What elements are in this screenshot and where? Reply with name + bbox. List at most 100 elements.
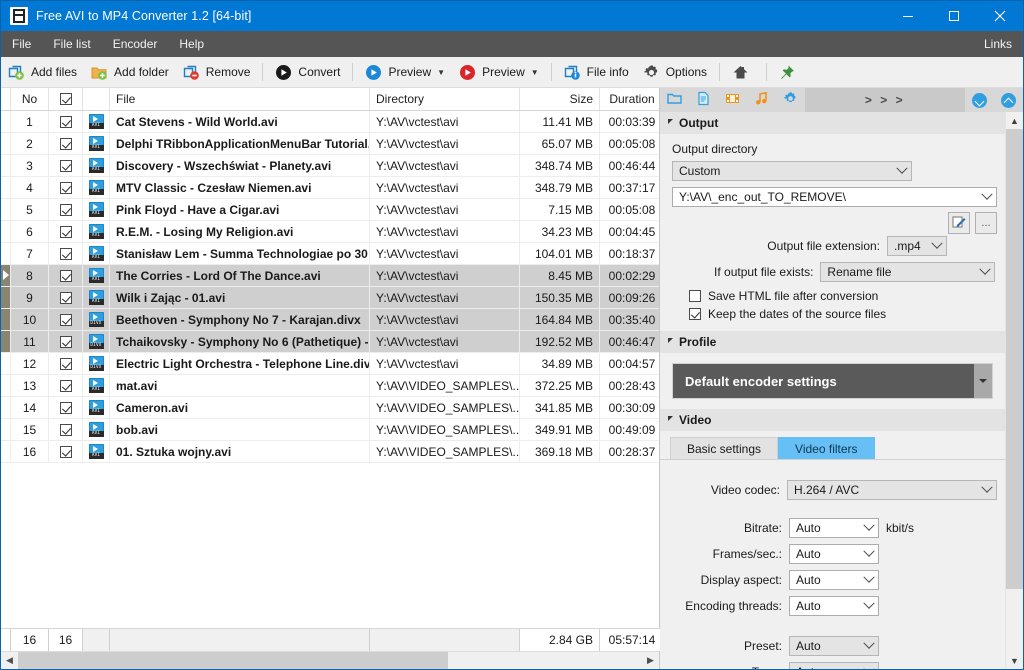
row-checkbox-cell[interactable] [49, 243, 83, 264]
scroll-down-button[interactable]: ▼ [1006, 652, 1023, 669]
row-checkbox[interactable] [59, 225, 72, 238]
add-folder-button[interactable]: Add folder [85, 60, 175, 84]
preview-output-button[interactable]: Preview ▼ [453, 60, 545, 84]
chevron-down-icon-2[interactable]: ▼ [531, 68, 539, 77]
header-file[interactable]: File [110, 88, 370, 110]
row-checkbox-cell[interactable] [49, 441, 83, 462]
table-row[interactable]: 2 AVI Delphi TRibbonApplicationMenuBar Tut… [1, 133, 659, 155]
row-checkbox[interactable] [59, 379, 72, 392]
row-checkbox[interactable] [59, 357, 72, 370]
row-checkbox-cell[interactable] [49, 111, 83, 132]
row-checkbox[interactable] [59, 291, 72, 304]
row-checkbox-cell[interactable] [49, 309, 83, 330]
maximize-button[interactable] [931, 1, 977, 31]
row-checkbox-cell[interactable] [49, 155, 83, 176]
file-info-button[interactable]: File info [558, 60, 635, 84]
row-checkbox-cell[interactable] [49, 375, 83, 396]
vscroll-thumb[interactable] [1006, 129, 1023, 589]
row-checkbox-cell[interactable] [49, 133, 83, 154]
row-checkbox[interactable] [59, 401, 72, 414]
hscroll-track[interactable] [18, 652, 642, 669]
file-list-horizontal-scrollbar[interactable]: ◀ ▶ [1, 651, 659, 669]
profile-dropdown-button[interactable] [974, 364, 992, 398]
row-checkbox[interactable] [59, 159, 72, 172]
tab-output-folder[interactable] [660, 88, 689, 112]
row-checkbox[interactable] [59, 269, 72, 282]
row-checkbox-cell[interactable] [49, 221, 83, 242]
row-checkbox-cell[interactable] [49, 287, 83, 308]
table-row[interactable]: 11 DIVX Tchaikovsky - Symphony No 6 (Pathe… [1, 331, 659, 353]
output-directory-mode-select[interactable]: Custom [672, 161, 912, 181]
header-no[interactable]: No [11, 88, 49, 110]
minimize-button[interactable] [885, 1, 931, 31]
menu-links[interactable]: Links [973, 31, 1023, 57]
menu-help[interactable]: Help [168, 31, 215, 57]
pin-button[interactable] [773, 60, 807, 84]
output-exists-select[interactable]: Rename file [820, 262, 995, 282]
file-list-body[interactable]: 1 AVI Cat Stevens - Wild World.avi Y:\AV\vc… [1, 111, 659, 628]
tab-video[interactable] [718, 88, 747, 112]
header-select-all-checkbox[interactable] [49, 88, 83, 110]
select-all-checkbox[interactable] [59, 93, 72, 105]
section-profile-header[interactable]: Profile [660, 331, 1005, 353]
table-row[interactable]: 12 DIVX Electric Light Orchestra - Telepho… [1, 353, 659, 375]
tab-settings[interactable] [776, 88, 805, 112]
row-checkbox[interactable] [59, 247, 72, 260]
tab-audio[interactable] [747, 88, 776, 112]
header-duration[interactable]: Duration [600, 88, 665, 110]
row-checkbox[interactable] [59, 313, 72, 326]
row-checkbox[interactable] [59, 423, 72, 436]
menu-file[interactable]: File [1, 31, 42, 57]
keep-dates-checkbox[interactable] [689, 308, 701, 320]
table-row[interactable]: 4 AVI MTV Classic - Czesław Niemen.avi Y:\A… [1, 177, 659, 199]
row-checkbox[interactable] [59, 445, 72, 458]
menu-file-list[interactable]: File list [42, 31, 101, 57]
table-row[interactable]: 9 AVI Wilk i Zając - 01.avi Y:\AV\vctest\av… [1, 287, 659, 309]
close-button[interactable] [977, 1, 1023, 31]
chevron-down-icon[interactable]: ▼ [437, 68, 445, 77]
row-checkbox-cell[interactable] [49, 419, 83, 440]
menu-encoder[interactable]: Encoder [102, 31, 169, 57]
collapse-all-button[interactable] [965, 88, 994, 112]
table-row[interactable]: 3 AVI Discovery - Wszechświat - Planety.av… [1, 155, 659, 177]
row-checkbox-cell[interactable] [49, 353, 83, 374]
table-row[interactable]: 1 AVI Cat Stevens - Wild World.avi Y:\AV\vc… [1, 111, 659, 133]
scroll-right-button[interactable]: ▶ [642, 652, 659, 669]
profile-select[interactable]: Default encoder settings [672, 363, 993, 399]
video-field-select[interactable]: Auto [789, 570, 879, 590]
video-field-select[interactable]: Auto [789, 636, 879, 656]
row-checkbox-cell[interactable] [49, 177, 83, 198]
save-html-checkbox[interactable] [689, 290, 701, 302]
add-files-button[interactable]: Add files [2, 60, 83, 84]
row-checkbox[interactable] [59, 115, 72, 128]
section-video-header[interactable]: Video [660, 409, 1005, 431]
chevron-down-icon-2[interactable] [978, 188, 996, 201]
row-checkbox-cell[interactable] [49, 265, 83, 286]
table-row[interactable]: 5 AVI Pink Floyd - Have a Cigar.avi Y:\AV\v… [1, 199, 659, 221]
table-row[interactable]: 14 AVI Cameron.avi Y:\AV\VIDEO_SAMPLES\... 3… [1, 397, 659, 419]
header-size[interactable]: Size [520, 88, 600, 110]
save-html-row[interactable]: Save HTML file after conversion [689, 289, 995, 303]
table-row[interactable]: 7 AVI Stanisław Lem - Summa Technologiae p… [1, 243, 659, 265]
row-checkbox[interactable] [59, 137, 72, 150]
output-extension-select[interactable]: .mp4 [887, 236, 947, 256]
tab-document[interactable] [689, 88, 718, 112]
scroll-left-button[interactable]: ◀ [1, 652, 18, 669]
video-field-select[interactable]: Auto [789, 596, 879, 616]
preview-source-button[interactable]: Preview ▼ [359, 60, 451, 84]
tab-basic-settings[interactable]: Basic settings [670, 437, 779, 459]
settings-vertical-scrollbar[interactable]: ▲ ▼ [1005, 112, 1023, 669]
table-row[interactable]: 15 AVI bob.avi Y:\AV\VIDEO_SAMPLES\... 349.9… [1, 419, 659, 441]
table-row[interactable]: 8 AVI The Corries - Lord Of The Dance.avi Y… [1, 265, 659, 287]
video-field-select[interactable]: Auto [789, 518, 879, 538]
row-checkbox-cell[interactable] [49, 397, 83, 418]
browse-path-button[interactable]: ... [975, 212, 997, 234]
row-checkbox[interactable] [59, 335, 72, 348]
tab-video-filters[interactable]: Video filters [778, 437, 875, 459]
row-checkbox[interactable] [59, 181, 72, 194]
video-field-select[interactable]: Auto [789, 544, 879, 564]
table-row[interactable]: 16 AVI 01. Sztuka wojny.avi Y:\AV\VIDEO_SAM… [1, 441, 659, 463]
scroll-up-button[interactable]: ▲ [1006, 112, 1023, 129]
header-directory[interactable]: Directory [370, 88, 520, 110]
table-row[interactable]: 13 AVI mat.avi Y:\AV\VIDEO_SAMPLES\... 372.2… [1, 375, 659, 397]
